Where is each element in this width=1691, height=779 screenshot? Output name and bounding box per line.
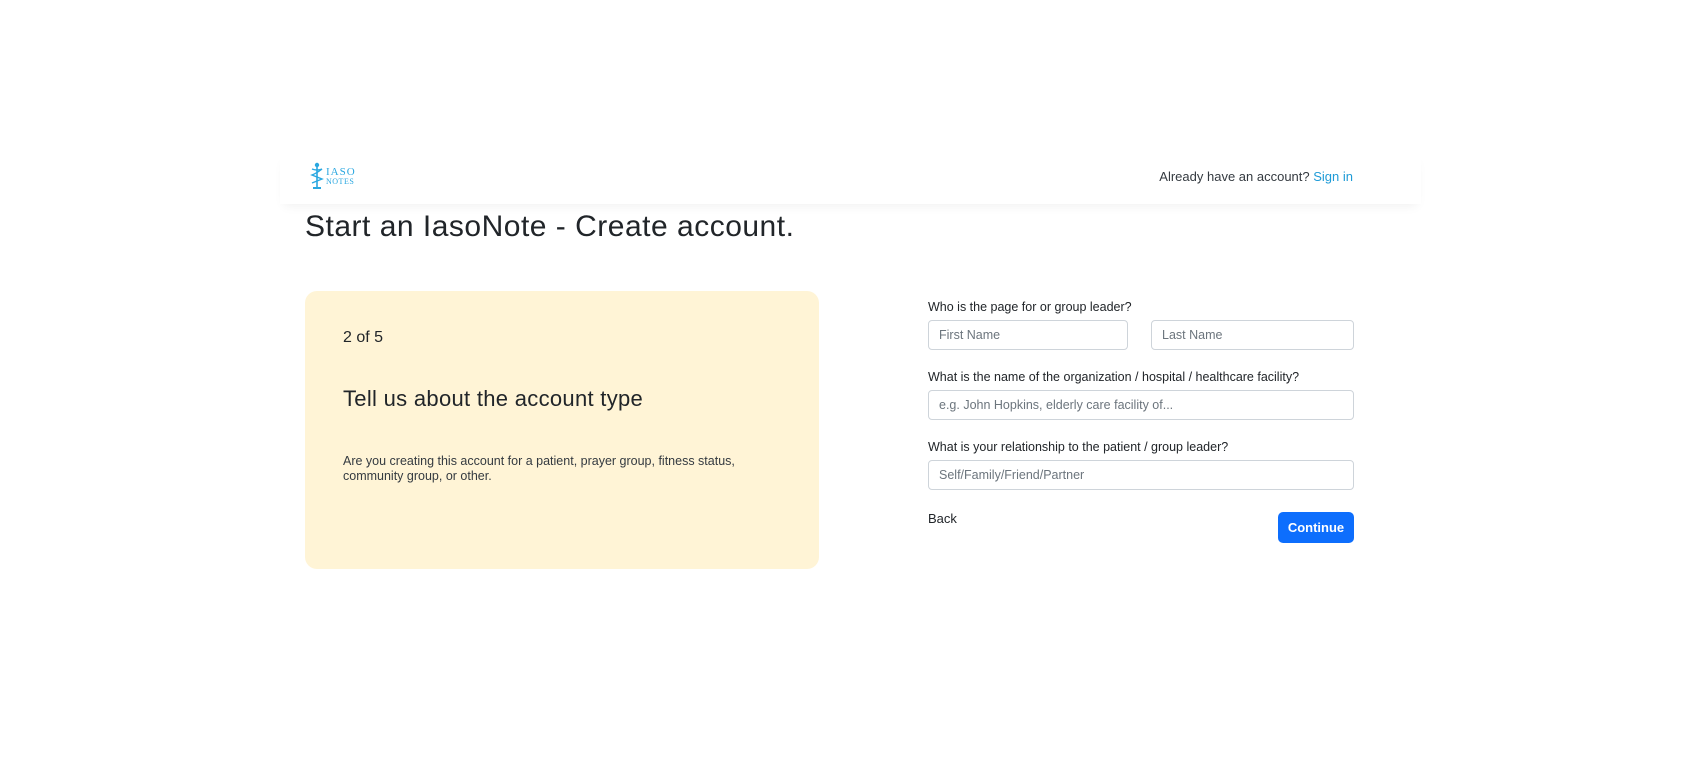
last-name-input[interactable] xyxy=(1151,320,1354,350)
create-account-page: IASO NOTES Already have an account? Sign… xyxy=(0,0,1691,779)
step-counter: 2 of 5 xyxy=(343,329,384,346)
card-description: Are you creating this account for a pati… xyxy=(343,454,735,483)
page-for-label: Who is the page for or group leader? xyxy=(928,300,1132,314)
back-button[interactable]: Back xyxy=(928,511,957,526)
relationship-label: What is your relationship to the patient… xyxy=(928,440,1229,454)
signin-row: Already have an account? Sign in xyxy=(1159,169,1353,184)
info-card: 2 of 5 Tell us about the account type Ar… xyxy=(305,291,819,569)
logo-line-2: NOTES xyxy=(326,176,355,186)
organization-label: What is the name of the organization / h… xyxy=(928,370,1300,384)
continue-button[interactable]: Continue xyxy=(1278,512,1354,543)
caduceus-icon xyxy=(310,162,324,189)
logo[interactable]: IASO NOTES xyxy=(310,161,362,191)
signin-prompt: Already have an account? xyxy=(1159,169,1310,184)
signin-link[interactable]: Sign in xyxy=(1313,169,1353,184)
page-title: Start an IasoNote - Create account. xyxy=(305,210,795,243)
header-bar: IASO NOTES Already have an account? Sign… xyxy=(280,152,1421,204)
organization-input[interactable] xyxy=(928,390,1354,420)
logo-text: IASO NOTES xyxy=(326,165,356,186)
logo-line-1: IASO xyxy=(326,165,356,178)
relationship-input[interactable] xyxy=(928,460,1354,490)
first-name-input[interactable] xyxy=(928,320,1128,350)
card-heading: Tell us about the account type xyxy=(343,386,644,411)
